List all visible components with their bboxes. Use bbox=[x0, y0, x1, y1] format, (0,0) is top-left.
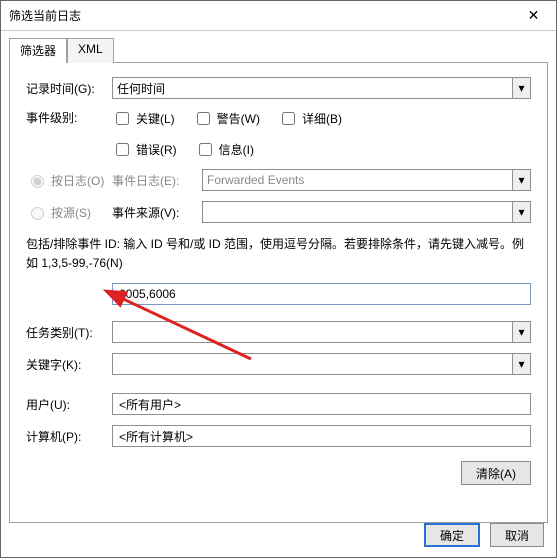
event-log-dropdown: ▾ bbox=[513, 169, 531, 191]
keywords-dropdown[interactable]: ▾ bbox=[513, 353, 531, 375]
chk-verbose-box[interactable] bbox=[282, 112, 295, 125]
chk-error[interactable]: 错误(R) bbox=[112, 140, 177, 159]
task-category-dropdown[interactable]: ▾ bbox=[513, 321, 531, 343]
tab-content: 记录时间(G): 任何时间 ▾ 事件级别: 关键(L) 警告(W) 详细(B) … bbox=[9, 63, 548, 523]
task-category-combo[interactable] bbox=[112, 321, 513, 343]
event-source-dropdown[interactable]: ▾ bbox=[513, 201, 531, 223]
record-time-value: 任何时间 bbox=[117, 80, 165, 97]
event-id-hint: 包括/排除事件 ID: 输入 ID 号和/或 ID 范围，使用逗号分隔。若要排除… bbox=[26, 235, 531, 273]
radio-by-source-input bbox=[31, 207, 44, 220]
chevron-down-icon: ▾ bbox=[518, 325, 524, 339]
chk-verbose[interactable]: 详细(B) bbox=[278, 109, 342, 128]
chk-critical[interactable]: 关键(L) bbox=[112, 109, 175, 128]
chk-warning[interactable]: 警告(W) bbox=[193, 109, 260, 128]
keywords-label: 关键字(K): bbox=[26, 356, 112, 373]
bottom-bar: 确定 取消 bbox=[424, 523, 544, 547]
event-log-combo: Forwarded Events bbox=[202, 169, 513, 191]
chevron-down-icon: ▾ bbox=[518, 357, 524, 371]
ok-button[interactable]: 确定 bbox=[424, 523, 480, 547]
keywords-combo[interactable] bbox=[112, 353, 513, 375]
chevron-down-icon: ▾ bbox=[518, 173, 524, 187]
user-label: 用户(U): bbox=[26, 396, 112, 413]
event-source-combo[interactable] bbox=[202, 201, 513, 223]
dialog-window: 筛选当前日志 ✕ 筛选器 XML 记录时间(G): 任何时间 ▾ 事件级别: 关… bbox=[0, 0, 557, 558]
radio-by-source: 按源(S) bbox=[26, 204, 112, 221]
titlebar: 筛选当前日志 ✕ bbox=[1, 1, 556, 31]
event-log-label: 事件日志(E): bbox=[112, 172, 202, 189]
chevron-down-icon: ▾ bbox=[518, 81, 524, 95]
record-time-label: 记录时间(G): bbox=[26, 80, 112, 97]
computer-field[interactable]: <所有计算机> bbox=[112, 425, 531, 447]
tab-filter[interactable]: 筛选器 bbox=[9, 38, 67, 63]
event-source-label: 事件来源(V): bbox=[112, 204, 202, 221]
tabstrip: 筛选器 XML bbox=[9, 37, 548, 63]
event-level-group: 关键(L) 警告(W) 详细(B) 错误(R) 信息(I) bbox=[112, 109, 531, 159]
clear-button[interactable]: 清除(A) bbox=[461, 461, 531, 485]
event-log-value: Forwarded Events bbox=[207, 173, 304, 187]
chk-warning-box[interactable] bbox=[197, 112, 210, 125]
close-button[interactable]: ✕ bbox=[511, 1, 556, 31]
chk-error-box[interactable] bbox=[116, 143, 129, 156]
dialog-body: 筛选器 XML 记录时间(G): 任何时间 ▾ 事件级别: 关键(L) 警告(W… bbox=[1, 31, 556, 557]
chk-info[interactable]: 信息(I) bbox=[195, 140, 254, 159]
event-level-label: 事件级别: bbox=[26, 109, 112, 126]
tab-xml[interactable]: XML bbox=[67, 38, 114, 63]
window-title: 筛选当前日志 bbox=[9, 7, 511, 24]
chevron-down-icon: ▾ bbox=[518, 205, 524, 219]
cancel-button[interactable]: 取消 bbox=[490, 523, 544, 547]
computer-label: 计算机(P): bbox=[26, 428, 112, 445]
radio-by-log: 按日志(O) bbox=[26, 172, 112, 189]
record-time-combo[interactable]: 任何时间 bbox=[112, 77, 513, 99]
user-field[interactable]: <所有用户> bbox=[112, 393, 531, 415]
chk-critical-box[interactable] bbox=[116, 112, 129, 125]
event-id-input[interactable] bbox=[112, 283, 531, 305]
record-time-dropdown[interactable]: ▾ bbox=[513, 77, 531, 99]
radio-by-log-input bbox=[31, 175, 44, 188]
task-category-label: 任务类别(T): bbox=[26, 324, 112, 341]
chk-info-box[interactable] bbox=[199, 143, 212, 156]
